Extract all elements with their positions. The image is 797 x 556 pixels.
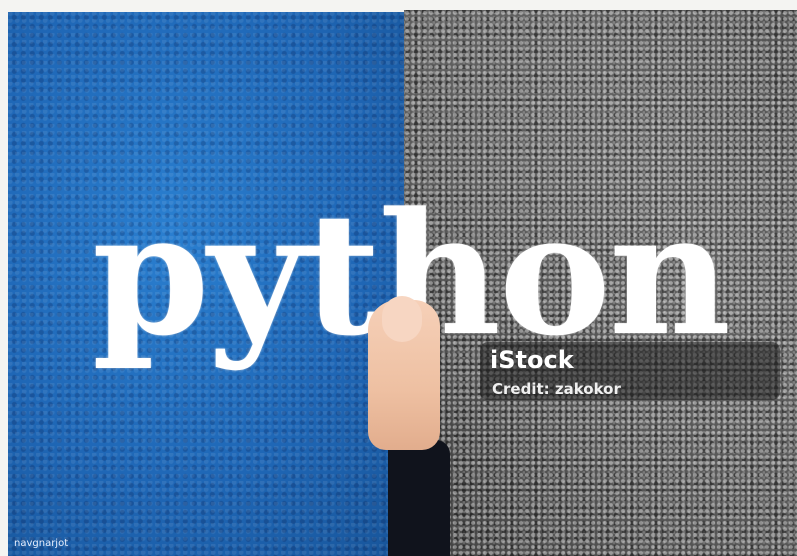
- corner-tag: navgnarjot: [14, 538, 69, 549]
- thumb: [382, 296, 422, 342]
- photo: python iStock Credit: zakokor navgnarjot: [0, 0, 797, 556]
- watermark-title: iStock: [490, 346, 574, 374]
- sleeve: [388, 440, 450, 556]
- watermark-credit: Credit: zakokor: [492, 380, 621, 398]
